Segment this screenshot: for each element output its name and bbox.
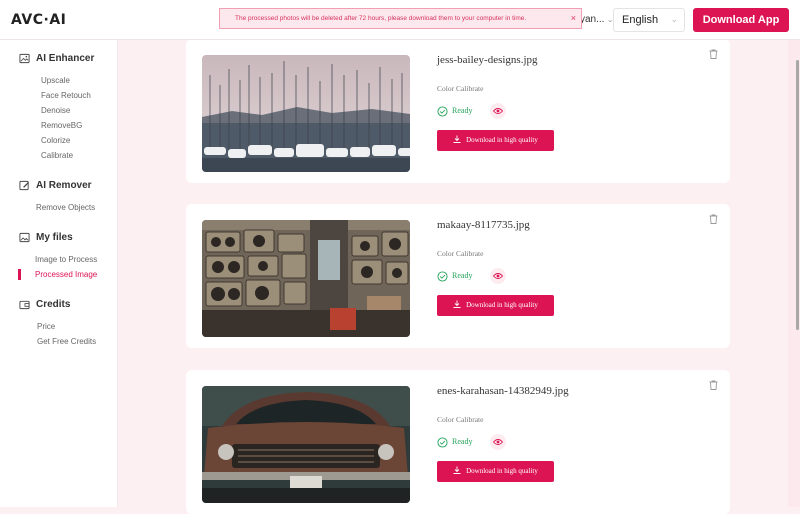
sidebar-item-face-retouch[interactable]: Face Retouch (41, 91, 91, 100)
pen-icon (19, 180, 30, 191)
wallet-icon (19, 300, 30, 310)
download-app-button[interactable]: Download App (693, 8, 789, 32)
download-icon (453, 466, 461, 474)
preview-button[interactable] (490, 103, 506, 119)
check-circle-icon (437, 271, 448, 282)
file-name: enes-karahasan-14382949.jpg (437, 385, 569, 397)
eye-icon (493, 108, 503, 114)
eye-icon (493, 273, 503, 279)
section-title: My files (36, 232, 73, 243)
photos-icon (19, 232, 30, 243)
status-ready: Ready (452, 271, 473, 280)
sidebar-section-ai-enhancer[interactable]: AI Enhancer (19, 53, 94, 64)
image-thumbnail[interactable] (202, 386, 410, 503)
sidebar-section-ai-remover[interactable]: AI Remover (19, 180, 92, 191)
download-high-quality-button[interactable]: Download in high quality (437, 130, 554, 151)
sidebar-section-credits[interactable]: Credits (19, 299, 70, 310)
expiry-toast: The processed photos will be deleted aft… (219, 8, 582, 29)
user-menu[interactable]: yan... ⌄ (580, 14, 613, 25)
processed-image-card: enes-karahasan-14382949.jpg Color Calibr… (186, 370, 730, 514)
process-method: Color Calibrate (437, 84, 484, 93)
image-icon (19, 53, 30, 64)
preview-button[interactable] (490, 434, 506, 450)
image-thumbnail[interactable] (202, 55, 410, 172)
file-name: makaay-8117735.jpg (437, 219, 530, 231)
trash-icon[interactable] (709, 214, 718, 224)
download-icon (453, 135, 461, 143)
section-title: AI Remover (36, 180, 92, 191)
process-method: Color Calibrate (437, 415, 484, 424)
scrollbar-thumb[interactable] (796, 60, 799, 330)
sidebar-item-calibrate[interactable]: Calibrate (41, 151, 73, 160)
download-icon (453, 300, 461, 308)
sidebar-item-get-free-credits[interactable]: Get Free Credits (37, 337, 96, 346)
eye-icon (493, 439, 503, 445)
logo[interactable]: AVC·AI (11, 12, 66, 28)
sidebar-item-denoise[interactable]: Denoise (41, 106, 70, 115)
process-method: Color Calibrate (437, 249, 484, 258)
download-high-quality-button[interactable]: Download in high quality (437, 461, 554, 482)
image-thumbnail[interactable] (202, 220, 410, 337)
preview-button[interactable] (490, 268, 506, 284)
section-title: Credits (36, 299, 71, 310)
trash-icon[interactable] (709, 49, 718, 59)
download-label: Download in high quality (466, 301, 538, 309)
close-icon[interactable]: × (571, 9, 576, 28)
sidebar-item-image-to-process[interactable]: Image to Process (35, 255, 97, 264)
user-name: yan... (580, 14, 605, 25)
sidebar-item-price[interactable]: Price (37, 322, 55, 331)
sidebar-item-removebg[interactable]: RemoveBG (41, 121, 82, 130)
processed-image-card: makaay-8117735.jpg Color Calibrate Ready… (186, 204, 730, 348)
sidebar-item-upscale[interactable]: Upscale (41, 76, 70, 85)
sidebar-section-my-files[interactable]: My files (19, 232, 73, 243)
language-value: English (622, 14, 659, 26)
language-select[interactable]: English ⌄ (613, 8, 685, 32)
download-high-quality-button[interactable]: Download in high quality (437, 295, 554, 316)
active-indicator (18, 269, 21, 280)
check-circle-icon (437, 437, 448, 448)
sidebar-item-remove-objects[interactable]: Remove Objects (36, 203, 95, 212)
section-title: AI Enhancer (36, 53, 95, 64)
check-circle-icon (437, 106, 448, 117)
processed-image-card: jess-bailey-designs.jpg Color Calibrate … (186, 39, 730, 183)
download-label: Download in high quality (466, 136, 538, 144)
toast-message: The processed photos will be deleted aft… (235, 15, 527, 22)
sidebar-item-processed-image[interactable]: Processed Image (35, 270, 97, 279)
status-ready: Ready (452, 106, 473, 115)
file-name: jess-bailey-designs.jpg (437, 54, 538, 66)
status-ready: Ready (452, 437, 473, 446)
trash-icon[interactable] (709, 380, 718, 390)
sidebar-item-colorize[interactable]: Colorize (41, 136, 70, 145)
download-label: Download in high quality (466, 467, 538, 475)
chevron-down-icon: ⌄ (670, 14, 678, 24)
